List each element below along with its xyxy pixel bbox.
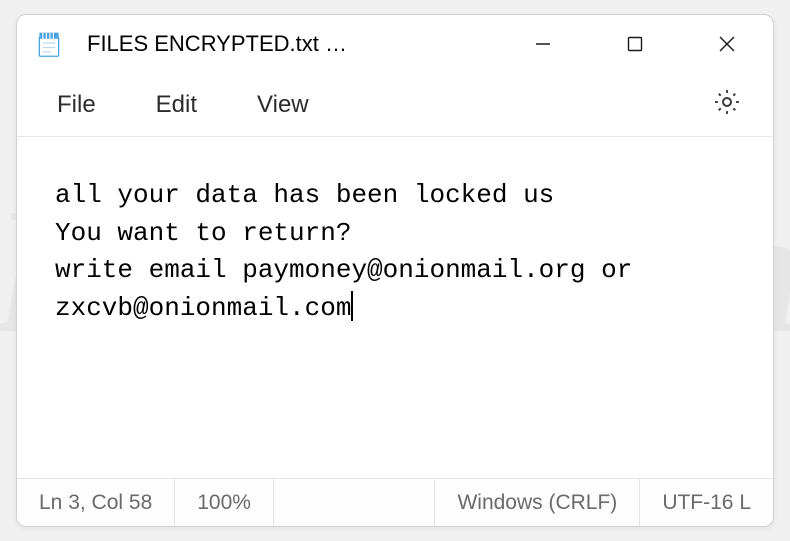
status-line-ending: Windows (CRLF) <box>435 479 640 526</box>
settings-button[interactable] <box>701 79 753 131</box>
menu-edit[interactable]: Edit <box>126 81 227 129</box>
status-cursor-position: Ln 3, Col 58 <box>17 479 175 526</box>
titlebar: FILES ENCRYPTED.txt … <box>17 15 773 73</box>
status-zoom[interactable]: 100% <box>175 479 274 526</box>
notepad-app-icon <box>35 30 63 58</box>
window-title: FILES ENCRYPTED.txt … <box>87 31 497 57</box>
gear-icon <box>712 87 742 122</box>
close-button[interactable] <box>681 15 773 73</box>
text-editor-area[interactable]: all your data has been locked us You wan… <box>17 137 773 478</box>
notepad-window: FILES ENCRYPTED.txt … File Edit View <box>16 14 774 527</box>
window-controls <box>497 15 773 73</box>
status-encoding: UTF-16 L <box>640 479 773 526</box>
text-caret <box>351 291 353 321</box>
menu-view[interactable]: View <box>227 81 339 129</box>
maximize-button[interactable] <box>589 15 681 73</box>
menubar: File Edit View <box>17 73 773 137</box>
statusbar: Ln 3, Col 58 100% Windows (CRLF) UTF-16 … <box>17 478 773 526</box>
minimize-button[interactable] <box>497 15 589 73</box>
menu-file[interactable]: File <box>27 81 126 129</box>
